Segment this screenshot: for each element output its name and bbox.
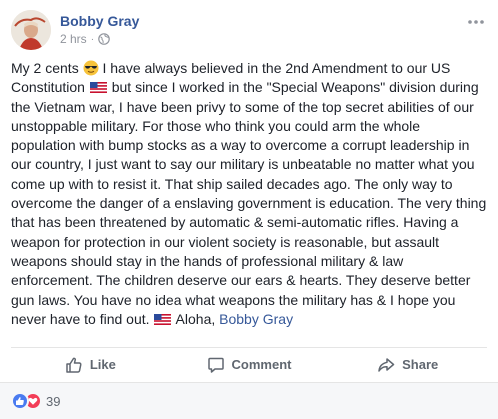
post-text-segment: but since I worked in the "Special Weapo… — [11, 79, 491, 327]
share-button-label: Share — [402, 357, 439, 372]
like-button[interactable]: Like — [11, 348, 170, 381]
post-actions-bar: Like Comment Share — [11, 347, 487, 381]
reaction-icons — [11, 392, 42, 410]
us-flag-emoji-icon — [154, 313, 172, 325]
comment-button[interactable]: Comment — [170, 348, 329, 381]
comment-bubble-icon — [207, 357, 224, 373]
author-avatar[interactable] — [11, 10, 51, 50]
post-text-segment: My 2 cents — [11, 60, 83, 76]
share-button[interactable]: Share — [328, 348, 487, 381]
share-arrow-icon — [378, 357, 395, 372]
reactions-summary[interactable]: 39 — [0, 382, 498, 419]
post-header: Bobby Gray 2 hrs · — [11, 10, 487, 50]
like-reaction-icon — [11, 392, 29, 410]
author-mention-link[interactable]: Bobby Gray — [219, 311, 293, 327]
meta-separator: · — [90, 33, 95, 45]
post-timestamp[interactable]: 2 hrs — [60, 32, 87, 46]
post-text: My 2 cents I have always believed in the… — [11, 59, 487, 329]
globe-icon[interactable] — [98, 33, 110, 45]
post-meta: 2 hrs · — [60, 32, 110, 46]
author-name[interactable]: Bobby Gray — [60, 13, 139, 29]
reaction-count[interactable]: 39 — [46, 394, 60, 409]
post-text-segment: Aloha, — [172, 310, 220, 327]
thumbs-up-icon — [66, 357, 82, 373]
more-options-icon[interactable] — [467, 12, 485, 30]
comment-button-label: Comment — [231, 357, 292, 372]
us-flag-emoji-icon — [89, 82, 107, 94]
like-button-label: Like — [89, 357, 116, 372]
sunglasses-emoji-icon — [83, 60, 99, 76]
